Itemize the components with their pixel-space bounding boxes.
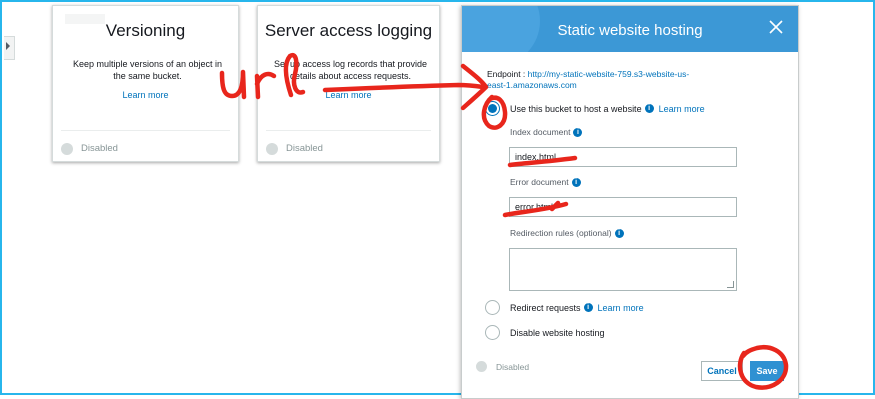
error-document-input[interactable]: error.html — [509, 197, 737, 217]
info-icon[interactable]: i — [573, 128, 583, 138]
redirect-requests-label: Redirect requests — [510, 302, 581, 313]
card-title: Versioning — [105, 21, 186, 40]
divider — [61, 130, 230, 131]
panel-header: Static website hosting — [462, 6, 798, 52]
use-bucket-radio[interactable] — [485, 101, 500, 116]
resize-handle-icon[interactable] — [727, 281, 734, 288]
index-document-input[interactable]: index.html — [509, 147, 737, 167]
redirection-rules-label: Redirection rules (optional) i — [510, 228, 624, 239]
save-button[interactable]: Save — [750, 361, 784, 381]
divider — [266, 130, 431, 131]
endpoint-text: Endpoint : http://my-static-website-759.… — [487, 69, 707, 91]
redirection-rules-textarea[interactable] — [509, 248, 737, 291]
info-icon[interactable]: i — [571, 178, 581, 188]
info-icon[interactable]: i — [614, 229, 624, 239]
redirect-requests-option[interactable]: Redirect requests i Learn more — [485, 300, 644, 315]
redirect-requests-radio[interactable] — [485, 300, 500, 315]
server-access-logging-card[interactable]: Server access logging Set up access log … — [257, 5, 440, 162]
card-title: Server access logging — [264, 21, 433, 40]
learn-more-link[interactable]: Learn more — [258, 90, 439, 100]
use-bucket-label: Use this bucket to host a website — [510, 103, 642, 114]
side-panel-toggle[interactable] — [4, 36, 15, 60]
disable-hosting-label: Disable website hosting — [510, 327, 605, 338]
error-document-label: Error document i — [510, 177, 581, 188]
status-label: Disabled — [286, 143, 323, 155]
panel-title: Static website hosting — [557, 22, 703, 39]
static-website-hosting-panel: Static website hosting Endpoint : http:/… — [461, 5, 799, 399]
card-description: Keep multiple versions of an object in t… — [72, 59, 223, 81]
status-indicator: Disabled — [266, 140, 323, 155]
info-icon[interactable]: i — [644, 104, 654, 113]
status-dot-icon — [476, 361, 487, 372]
close-icon[interactable] — [768, 19, 784, 35]
learn-more-link[interactable]: Learn more — [598, 303, 644, 313]
versioning-card[interactable]: Versioning Keep multiple versions of an … — [52, 5, 239, 162]
status-label: Disabled — [496, 361, 530, 372]
cancel-button[interactable]: Cancel — [701, 361, 743, 381]
endpoint-label: Endpoint : — [487, 69, 528, 79]
learn-more-link[interactable]: Learn more — [659, 104, 705, 114]
status-indicator: Disabled — [476, 361, 529, 372]
status-dot-icon — [61, 142, 73, 155]
index-document-label-text: Index document — [510, 127, 571, 137]
caret-right-icon — [6, 42, 10, 50]
disable-hosting-option[interactable]: Disable website hosting — [485, 325, 605, 340]
use-bucket-option[interactable]: Use this bucket to host a website i Lear… — [485, 101, 705, 116]
learn-more-link[interactable]: Learn more — [53, 90, 238, 100]
status-indicator: Disabled — [61, 140, 118, 155]
status-label: Disabled — [81, 143, 118, 155]
info-icon[interactable]: i — [583, 303, 593, 312]
disable-hosting-radio[interactable] — [485, 325, 500, 340]
status-dot-icon — [266, 142, 278, 155]
redirection-rules-label-text: Redirection rules (optional) — [510, 228, 612, 238]
card-description: Set up access log records that provide d… — [273, 59, 428, 81]
error-document-label-text: Error document — [510, 177, 569, 187]
index-document-label: Index document i — [510, 127, 583, 138]
